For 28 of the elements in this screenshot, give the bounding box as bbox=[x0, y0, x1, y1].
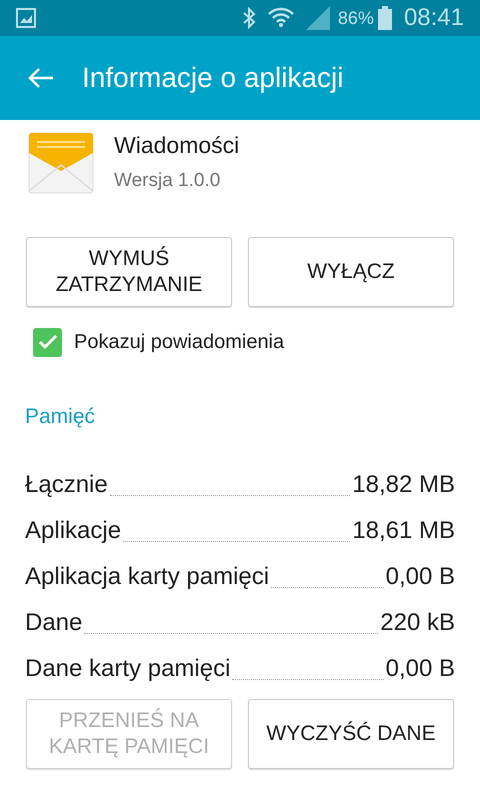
battery-icon bbox=[378, 6, 392, 30]
storage-label: Łącznie bbox=[25, 470, 108, 500]
bluetooth-icon bbox=[242, 7, 256, 29]
gallery-icon bbox=[16, 8, 36, 28]
notifications-label: Pokazuj powiadomienia bbox=[74, 330, 284, 355]
storage-value: 18,61 MB bbox=[352, 516, 455, 546]
storage-label: Aplikacja karty pamięci bbox=[25, 562, 270, 592]
storage-value: 18,82 MB bbox=[352, 470, 455, 500]
back-arrow-icon[interactable] bbox=[28, 67, 54, 89]
storage-label: Dane bbox=[25, 608, 82, 638]
storage-value: 0,00 B bbox=[386, 654, 455, 684]
action-button[interactable]: WYŁĄCZ bbox=[248, 237, 454, 307]
action-button[interactable]: WYMUŚ ZATRZYMANIE bbox=[26, 237, 232, 307]
app-name: Wiadomości bbox=[114, 131, 240, 160]
checkmark-icon bbox=[38, 334, 58, 350]
screen-title: Informacje o aplikacji bbox=[82, 61, 344, 95]
storage-label: Aplikacje bbox=[25, 516, 122, 546]
storage-value: 220 kB bbox=[380, 608, 455, 638]
clock: 08:41 bbox=[404, 3, 464, 33]
section-header: Pamięć bbox=[24, 404, 96, 430]
wifi-icon bbox=[268, 7, 294, 29]
storage-value: 0,00 B bbox=[386, 562, 455, 592]
signal-icon bbox=[306, 6, 330, 30]
notifications-checkbox[interactable] bbox=[33, 328, 62, 356]
action-button[interactable]: WYCZYŚĆ DANE bbox=[248, 698, 454, 768]
storage-label: Dane karty pamięci bbox=[25, 654, 230, 684]
app-version: Wersja 1.0.0 bbox=[114, 168, 222, 192]
battery-percent: 86% bbox=[338, 6, 374, 30]
